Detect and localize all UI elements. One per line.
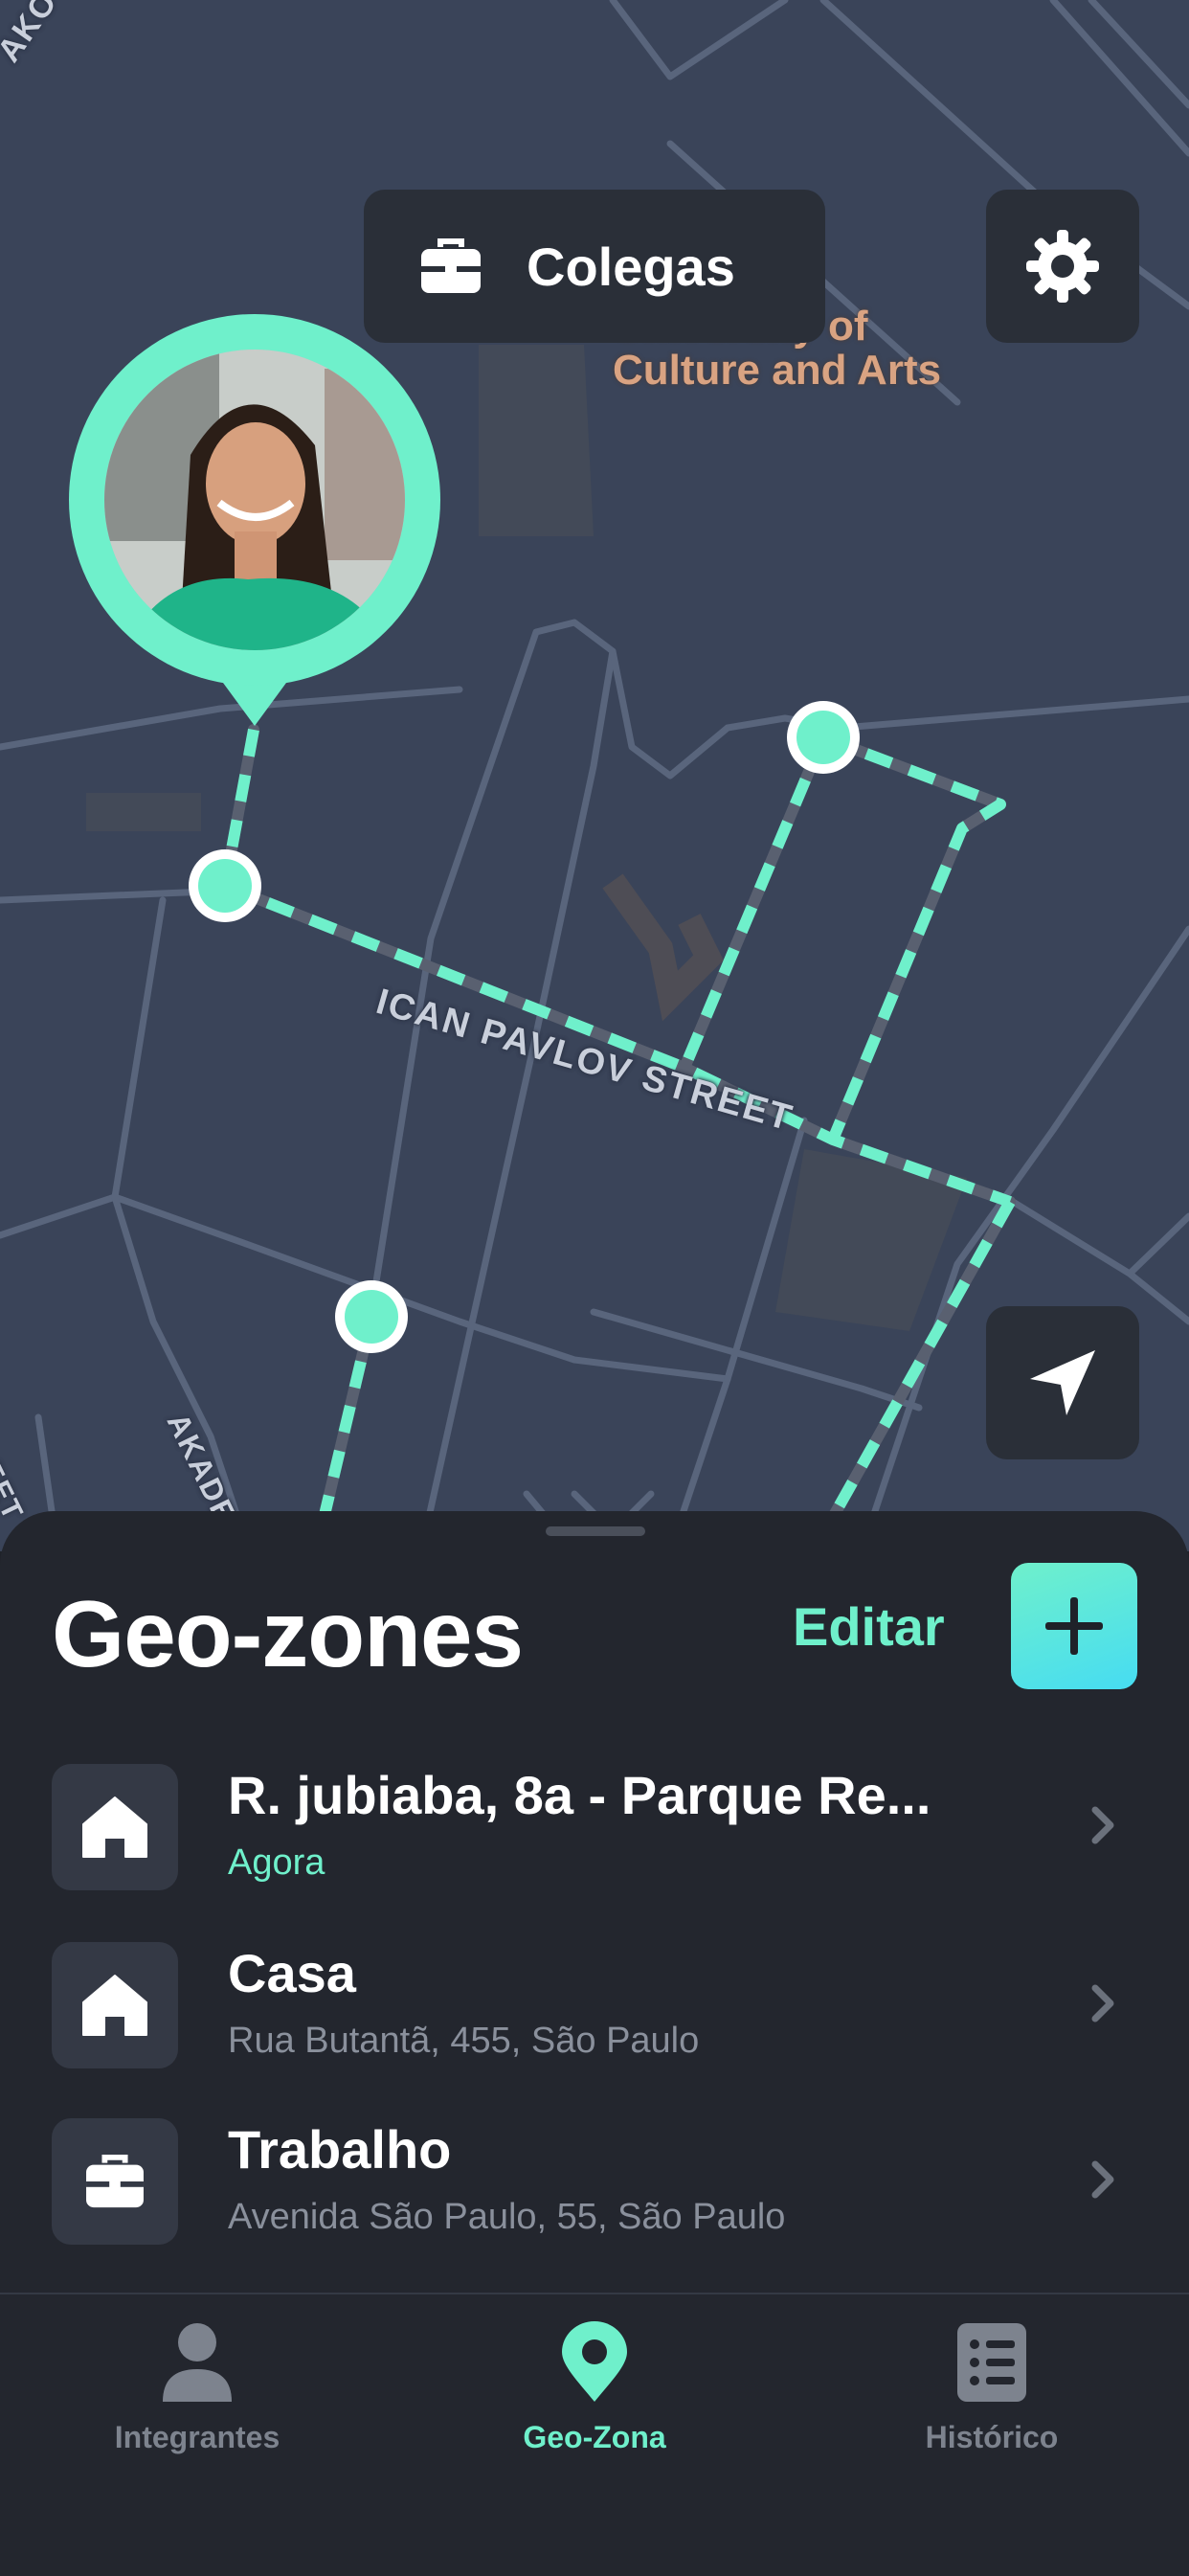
poi-label-line-3: Culture and Arts: [613, 347, 942, 394]
zone-icon-box: [52, 1942, 178, 2068]
my-location-button[interactable]: [986, 1306, 1139, 1459]
zone-subtitle: Rua Butantã, 455, São Paulo: [228, 2021, 700, 2061]
briefcase-icon: [86, 2154, 144, 2208]
zone-name: Casa: [228, 1943, 356, 2003]
list-item[interactable]: R. jubiaba, 8a - Parque Re... Agora: [0, 1760, 1189, 1894]
person-icon: [163, 2323, 232, 2402]
list-item[interactable]: Casa Rua Butantã, 455, São Paulo: [0, 1938, 1189, 2072]
zone-subtitle: Avenida São Paulo, 55, São Paulo: [228, 2197, 786, 2237]
avatar: [104, 350, 405, 650]
tab-geo-zona[interactable]: Geo-Zona: [451, 2321, 738, 2455]
tab-historico[interactable]: Histórico: [848, 2321, 1135, 2455]
navigation-arrow-icon: [1030, 1350, 1095, 1415]
zone-icon-box: [52, 2118, 178, 2245]
chevron-right-icon: [1091, 2160, 1114, 2199]
tab-label: Geo-Zona: [523, 2420, 666, 2454]
avatar-ring: [69, 314, 440, 686]
home-icon: [82, 1975, 147, 2036]
briefcase-icon: [421, 238, 481, 293]
zone-icon-box: [52, 1764, 178, 1890]
page-title: Geo-zones: [52, 1581, 524, 1686]
zone-name: Trabalho: [228, 2119, 452, 2180]
bottom-tab-bar: Integrantes Geo-Zona Histórico: [0, 2293, 1189, 2576]
location-pin-icon: [562, 2321, 627, 2402]
chevron-right-icon: [1091, 1806, 1114, 1844]
edit-button[interactable]: Editar: [793, 1595, 945, 1658]
add-zone-button[interactable]: [1011, 1563, 1137, 1689]
settings-button[interactable]: [986, 190, 1139, 343]
group-filter-label: Colegas: [527, 236, 735, 297]
member-avatar-pin[interactable]: [69, 314, 440, 730]
sheet-drag-handle[interactable]: [546, 1526, 645, 1536]
zone-subtitle: Agora: [228, 1842, 325, 1883]
home-icon: [82, 1796, 147, 1858]
chevron-right-icon: [1091, 1984, 1114, 2022]
list-icon: [957, 2323, 1026, 2402]
list-item[interactable]: Trabalho Avenida São Paulo, 55, São Paul…: [0, 2114, 1189, 2248]
tab-label: Histórico: [925, 2420, 1059, 2454]
map-view[interactable]: ICAN PAVLOV STREET AKOV AKADE REET onal …: [0, 0, 1189, 1551]
zone-name: R. jubiaba, 8a - Parque Re...: [228, 1765, 931, 1825]
group-filter-chip[interactable]: Colegas: [364, 190, 825, 343]
gear-icon: [1026, 230, 1099, 303]
plus-icon: [1045, 1597, 1103, 1655]
tab-label: Integrantes: [114, 2420, 280, 2454]
tab-integrantes[interactable]: Integrantes: [54, 2321, 341, 2455]
